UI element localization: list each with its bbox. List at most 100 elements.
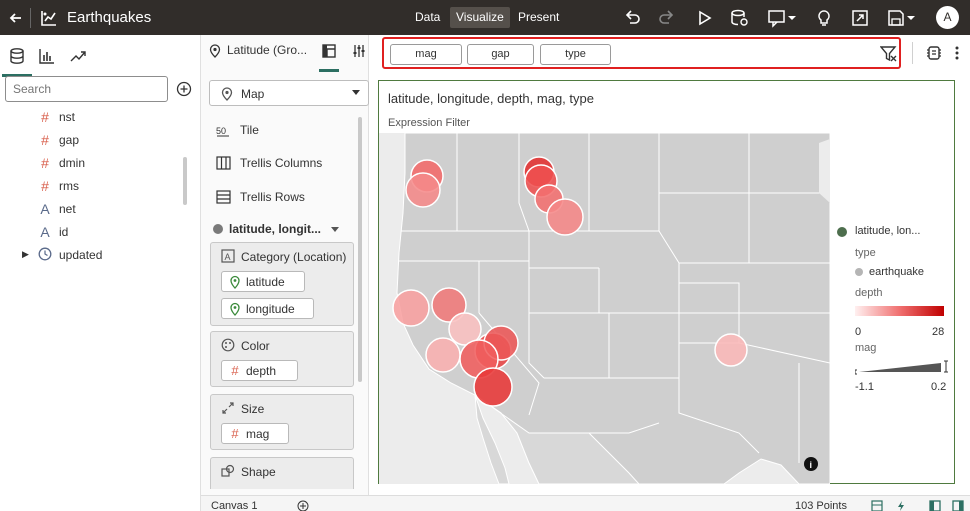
info-icon[interactable]: i [804,457,818,471]
legend-depth-max: 28 [932,326,945,338]
viz-subtitle: Expression Filter [388,117,470,129]
panel-toggle-icon[interactable] [952,500,964,511]
longitude-pill[interactable]: longitude [221,298,314,319]
earthquake-bubble[interactable] [473,367,513,407]
legend-depth-min: 0 [855,326,862,338]
earthquake-bubble[interactable] [392,289,430,327]
field-updated[interactable]: ▶ updated [0,244,190,266]
size-drop-target[interactable]: Size # mag [210,394,354,450]
trellis-rows-label: Trellis Rows [240,190,305,204]
trellis-rows-icon [216,190,232,204]
grammar-tab-icon[interactable] [319,43,339,72]
earthquake-bubble[interactable] [405,172,441,208]
category-drop-target[interactable]: A Category (Location) latitude longitude [210,242,354,326]
save-menu-icon[interactable] [886,8,918,28]
redo-icon[interactable] [657,8,677,28]
viz-type-select[interactable]: Map [209,80,369,106]
location-pin-icon [208,44,222,58]
filter-pill-gap[interactable]: gap [467,44,534,65]
latitude-pill[interactable]: latitude [221,271,305,292]
earthquake-bubble[interactable] [425,337,461,373]
legend-earthquake-dot [855,268,863,276]
lightbulb-icon[interactable] [814,8,834,28]
legend-mag-min: -1.1 [855,381,874,393]
tab-visualize[interactable]: Visualize [450,7,510,28]
color-label: Color [241,339,270,353]
workbook-logo-icon [40,9,58,27]
auto-apply-icon[interactable] [925,44,943,62]
field-gap[interactable]: # gap [0,129,190,151]
add-canvas-icon[interactable] [297,500,309,511]
text-attribute-icon: A [40,224,50,240]
play-icon[interactable] [694,8,714,28]
field-label: id [59,225,69,239]
mag-pill[interactable]: # mag [221,423,289,444]
field-net[interactable]: A net [0,198,190,220]
layer-selector[interactable]: latitude, longit... [213,221,363,239]
number-icon: # [41,155,49,171]
svg-text:A: A [225,252,231,262]
layer-header-title[interactable]: Latitude (Gro... [227,43,307,57]
data-panel: # nst # gap # dmin # rms A net A id ▶ u [0,35,201,511]
trellis-columns-label: Trellis Columns [240,156,323,170]
legend-type-value: earthquake [869,266,925,278]
data-panel-scrollbar[interactable] [183,157,187,205]
filter-bar: mag gap type [382,37,901,69]
layer-label: latitude, longit... [229,222,321,236]
map-canvas[interactable]: i [379,133,830,484]
field-dmin[interactable]: # dmin [0,152,190,174]
comment-menu-icon[interactable] [767,8,799,28]
field-rms[interactable]: # rms [0,175,190,197]
layer-color-dot [213,224,223,234]
search-input[interactable] [5,76,168,102]
undo-icon[interactable] [622,8,642,28]
text-attribute-icon: A [40,201,50,217]
palette-icon [221,338,235,352]
filter-icon[interactable] [879,45,898,63]
field-nst[interactable]: # nst [0,106,190,128]
analytics-tab-icon[interactable] [69,47,87,65]
layout-icon[interactable] [929,500,941,511]
data-refresh-icon[interactable] [729,8,749,28]
map-pin-icon [220,86,234,101]
filter-pill-type[interactable]: type [540,44,611,65]
properties-tab-icon[interactable] [351,43,367,59]
divider [912,42,913,64]
earthquake-bubble[interactable] [546,198,584,236]
data-table-icon[interactable] [871,500,883,511]
expand-caret-icon[interactable]: ▶ [22,249,29,260]
number-icon: # [41,109,49,125]
field-id[interactable]: A id [0,221,190,243]
color-drop-target[interactable]: Color # depth [210,331,354,387]
shape-drop-target[interactable]: Shape [210,457,354,489]
data-tab-icon[interactable] [2,47,32,77]
number-icon: # [41,178,49,194]
depth-pill[interactable]: # depth [221,360,298,381]
earthquake-bubble[interactable] [714,333,748,367]
export-icon[interactable] [850,8,870,28]
filter-pill-mag[interactable]: mag [390,44,462,65]
visualizations-tab-icon[interactable] [38,47,56,65]
back-arrow-icon[interactable] [6,8,26,28]
legend-depth-heading: depth [855,287,883,299]
user-avatar[interactable]: A [936,6,959,29]
tab-present[interactable]: Present [512,7,565,28]
pill-label: mag [246,427,270,441]
add-data-icon[interactable] [176,81,192,97]
grammar-panel-scrollbar[interactable] [358,117,362,382]
more-options-icon[interactable] [951,44,963,62]
map-visualization[interactable]: latitude, longitude, depth, mag, type Ex… [378,80,955,484]
legend-type-heading: type [855,247,876,259]
tab-data[interactable]: Data [409,7,446,28]
chevron-down-icon [331,227,339,232]
field-label: gap [59,133,80,147]
bottom-bar: Canvas 1 103 Points [201,495,970,511]
legend-layer-label: latitude, lon... [855,225,921,237]
canvas-tab[interactable]: Canvas 1 [211,500,257,511]
size-icon [221,401,235,415]
auto-refresh-icon[interactable] [895,500,907,511]
field-label: rms [59,179,79,193]
legend-mag-max: 0.2 [931,381,947,393]
pill-label: longitude [246,302,295,316]
mag-size-ramp [855,360,948,375]
